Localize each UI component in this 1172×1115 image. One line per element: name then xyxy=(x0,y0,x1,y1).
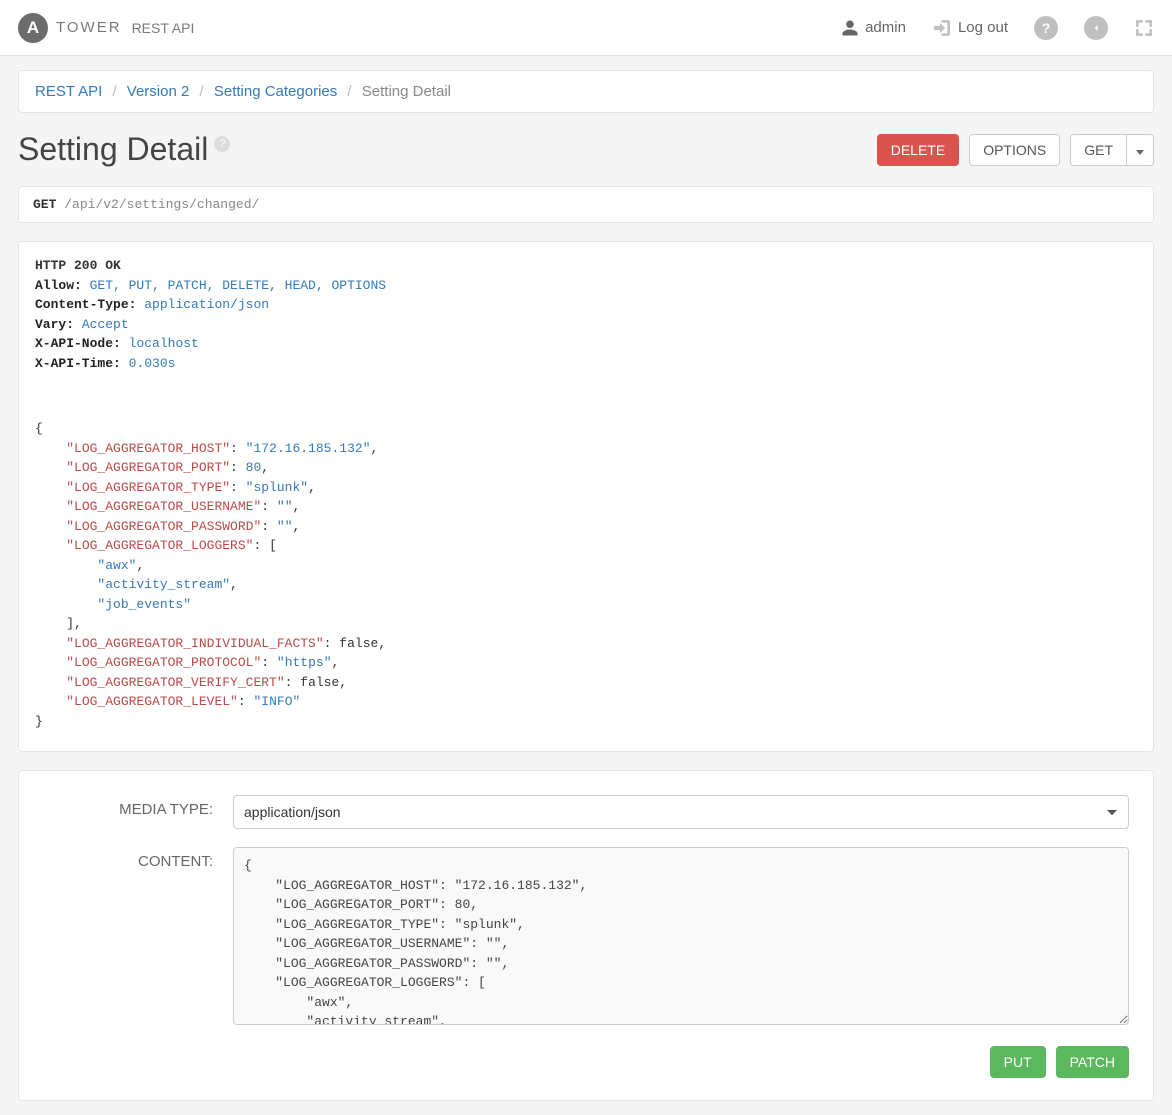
get-dropdown-toggle[interactable] xyxy=(1127,134,1154,166)
caret-down-icon xyxy=(1136,150,1144,155)
brand: A TOWER REST API xyxy=(18,13,194,43)
response-headers: Allow: GET, PUT, PATCH, DELETE, HEAD, OP… xyxy=(35,276,1137,374)
response-header: X-API-Time: 0.030s xyxy=(35,354,1137,374)
user-icon xyxy=(841,19,859,37)
breadcrumb-sep: / xyxy=(347,83,351,100)
request-method: GET xyxy=(33,197,56,212)
expand-icon xyxy=(1134,18,1154,38)
breadcrumb-item-version-2[interactable]: Version 2 xyxy=(127,83,190,100)
username-label: admin xyxy=(865,19,906,36)
request-path: /api/v2/settings/changed/ xyxy=(64,197,259,212)
brand-restapi-text: REST API xyxy=(132,20,195,36)
topbar: A TOWER REST API admin Log out ? xyxy=(0,0,1172,56)
logout-icon xyxy=(932,18,952,38)
page-header: Setting Detail ? DELETE OPTIONS GET xyxy=(18,131,1154,168)
breadcrumb-sep: / xyxy=(112,83,116,100)
user-menu[interactable]: admin xyxy=(841,19,906,37)
options-button[interactable]: OPTIONS xyxy=(969,134,1060,166)
logout-link[interactable]: Log out xyxy=(932,18,1008,38)
media-type-select[interactable]: application/json xyxy=(233,795,1129,829)
response-header: Content-Type: application/json xyxy=(35,295,1137,315)
response-header: Vary: Accept xyxy=(35,315,1137,335)
breadcrumb-item-setting-categories[interactable]: Setting Categories xyxy=(214,83,337,100)
help-button[interactable]: ? xyxy=(1034,16,1058,40)
brand-tower-text: TOWER xyxy=(56,19,122,36)
arrow-left-icon xyxy=(1084,16,1108,40)
breadcrumb: REST API / Version 2 / Setting Categorie… xyxy=(18,70,1154,113)
response-panel: HTTP 200 OK Allow: GET, PUT, PATCH, DELE… xyxy=(18,241,1154,752)
delete-button[interactable]: DELETE xyxy=(877,134,959,166)
breadcrumb-current: Setting Detail xyxy=(362,83,451,100)
get-button[interactable]: GET xyxy=(1070,134,1127,166)
put-button[interactable]: PUT xyxy=(990,1046,1046,1078)
back-button[interactable] xyxy=(1084,16,1108,40)
request-form: MEDIA TYPE: application/json CONTENT: PU… xyxy=(18,770,1154,1101)
content-textarea[interactable] xyxy=(233,847,1129,1025)
response-header: X-API-Node: localhost xyxy=(35,334,1137,354)
response-status: HTTP 200 OK xyxy=(35,256,1137,276)
logout-label: Log out xyxy=(958,19,1008,36)
breadcrumb-item-rest-api[interactable]: REST API xyxy=(35,83,102,100)
breadcrumb-sep: / xyxy=(200,83,204,100)
patch-button[interactable]: PATCH xyxy=(1056,1046,1129,1078)
page-title: Setting Detail ? xyxy=(18,131,230,168)
page-title-text: Setting Detail xyxy=(18,131,208,168)
brand-logo-icon: A xyxy=(18,13,48,43)
media-type-label: MEDIA TYPE: xyxy=(43,795,233,818)
response-body: { "LOG_AGGREGATOR_HOST": "172.16.185.132… xyxy=(35,419,1137,731)
get-split-button: GET xyxy=(1070,134,1154,166)
request-path-bar: GET /api/v2/settings/changed/ xyxy=(18,186,1154,223)
help-icon: ? xyxy=(1034,16,1058,40)
content-label: CONTENT: xyxy=(43,847,233,870)
expand-button[interactable] xyxy=(1134,18,1154,38)
title-help-icon[interactable]: ? xyxy=(214,136,230,152)
response-header: Allow: GET, PUT, PATCH, DELETE, HEAD, OP… xyxy=(35,276,1137,296)
